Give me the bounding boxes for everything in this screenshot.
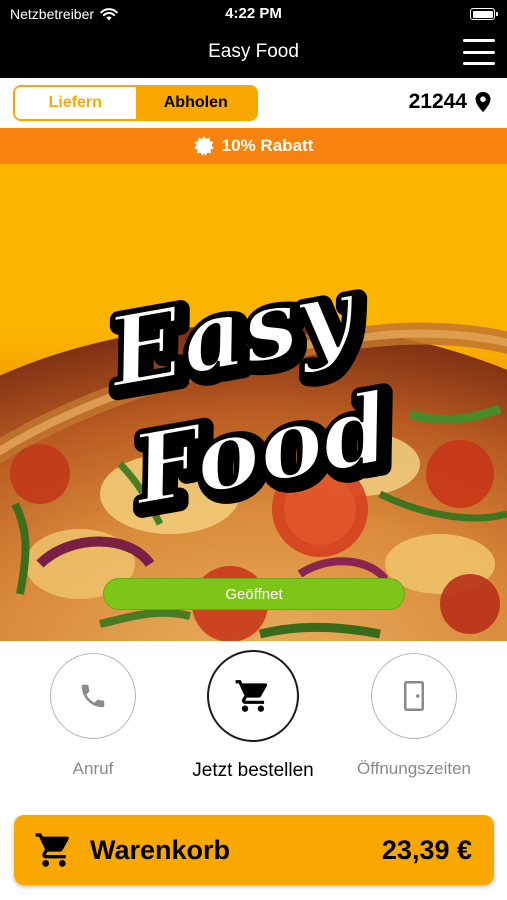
navigation-bar: Easy Food bbox=[0, 28, 507, 78]
delivery-option[interactable]: Liefern bbox=[15, 87, 136, 119]
cart-icon bbox=[235, 680, 268, 712]
location-pin-icon bbox=[475, 92, 491, 112]
pickup-option[interactable]: Abholen bbox=[135, 87, 256, 119]
discount-text: 10% Rabatt bbox=[221, 136, 314, 155]
opening-hours-label: Öffnungszeiten bbox=[356, 759, 472, 778]
order-mode-toggle: Liefern Abholen bbox=[13, 85, 258, 121]
battery-icon bbox=[470, 8, 498, 20]
app-title: Easy Food bbox=[208, 41, 299, 62]
call-button[interactable] bbox=[50, 653, 136, 739]
call-label: Anruf bbox=[72, 759, 114, 778]
cart-label: Warenkorb bbox=[90, 834, 231, 865]
cart-button[interactable]: Warenkorb 23,39 € bbox=[14, 815, 494, 885]
order-now-label: Jetzt bestellen bbox=[192, 760, 314, 781]
door-icon bbox=[404, 681, 424, 711]
discount-banner[interactable]: 10% Rabatt bbox=[0, 128, 507, 164]
cart-total: 23,39 € bbox=[381, 834, 472, 865]
open-status-badge: Geöffnet bbox=[103, 578, 405, 610]
clock: 4:22 PM bbox=[225, 5, 282, 22]
hero-banner: Easy Easy Food Food Geöffnet bbox=[0, 164, 507, 641]
order-mode-row: Liefern Abholen 21244 bbox=[0, 78, 507, 128]
zip-code: 21244 bbox=[408, 90, 467, 113]
badge-icon bbox=[193, 136, 214, 156]
cart-icon bbox=[35, 833, 69, 867]
hamburger-menu-icon[interactable] bbox=[463, 39, 495, 65]
call-action[interactable]: Anruf bbox=[28, 653, 158, 779]
phone-icon bbox=[81, 684, 105, 708]
opening-hours-button[interactable] bbox=[371, 653, 457, 739]
quick-actions: Anruf Jetzt bestellen Öffnungszeiten bbox=[0, 641, 507, 811]
status-bar: Netzbetreiber 4:22 PM bbox=[0, 0, 507, 28]
order-now-button[interactable] bbox=[207, 650, 299, 742]
order-now-action[interactable]: Jetzt bestellen bbox=[188, 650, 318, 782]
location-selector[interactable]: 21244 bbox=[409, 90, 491, 114]
opening-hours-action[interactable]: Öffnungszeiten bbox=[349, 653, 479, 779]
pizza-image: Easy Easy Food Food bbox=[0, 250, 507, 641]
